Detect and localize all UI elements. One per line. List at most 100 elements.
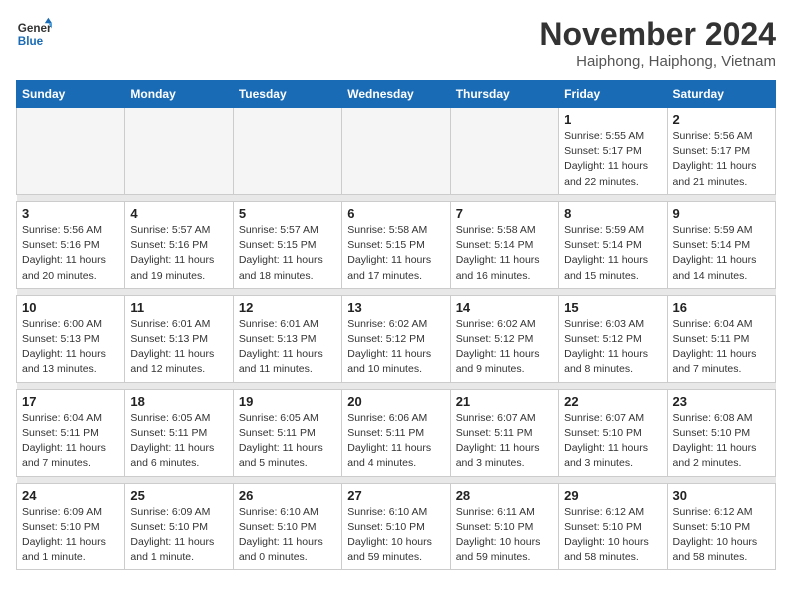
day-cell: 21 Sunrise: 6:07 AM Sunset: 5:11 PM Dayli… [450, 389, 558, 476]
day-info: Sunrise: 5:55 AM Sunset: 5:17 PM Dayligh… [564, 129, 661, 190]
day-info: Sunrise: 6:02 AM Sunset: 5:12 PM Dayligh… [347, 317, 444, 378]
day-cell: 26 Sunrise: 6:10 AM Sunset: 5:10 PM Dayli… [233, 483, 341, 570]
week-row-1: 1 Sunrise: 5:55 AM Sunset: 5:17 PM Daylig… [17, 108, 776, 195]
day-cell: 18Sunrise: 6:05 AM Sunset: 5:11 PM Dayli… [125, 389, 233, 476]
day-info: Sunrise: 5:56 AM Sunset: 5:16 PM Dayligh… [22, 223, 119, 284]
location: Haiphong, Haiphong, Vietnam [539, 53, 776, 70]
day-info: Sunrise: 6:08 AM Sunset: 5:10 PM Dayligh… [673, 411, 770, 472]
logo: General Blue [16, 16, 52, 52]
day-number: 18 [130, 394, 227, 409]
day-info: Sunrise: 5:57 AM Sunset: 5:16 PM Dayligh… [130, 223, 227, 284]
day-number: 26 [239, 488, 336, 503]
svg-text:General: General [18, 22, 52, 35]
day-cell [125, 108, 233, 195]
day-cell: 8Sunrise: 5:59 AM Sunset: 5:14 PM Daylig… [559, 201, 667, 288]
day-cell: 5 Sunrise: 5:57 AM Sunset: 5:15 PM Daylig… [233, 201, 341, 288]
day-number: 14 [456, 300, 553, 315]
day-info: Sunrise: 6:07 AM Sunset: 5:10 PM Dayligh… [564, 411, 661, 472]
day-cell: 10Sunrise: 6:00 AM Sunset: 5:13 PM Dayli… [17, 295, 125, 382]
weekday-header-thursday: Thursday [450, 81, 558, 108]
day-info: Sunrise: 5:59 AM Sunset: 5:14 PM Dayligh… [673, 223, 770, 284]
day-number: 28 [456, 488, 553, 503]
day-number: 8 [564, 206, 661, 221]
week-separator [17, 382, 776, 389]
day-number: 11 [130, 300, 227, 315]
day-cell: 25Sunrise: 6:09 AM Sunset: 5:10 PM Dayli… [125, 483, 233, 570]
day-cell: 3Sunrise: 5:56 AM Sunset: 5:16 PM Daylig… [17, 201, 125, 288]
day-cell: 19 Sunrise: 6:05 AM Sunset: 5:11 PM Dayli… [233, 389, 341, 476]
day-cell: 6 Sunrise: 5:58 AM Sunset: 5:15 PM Daylig… [342, 201, 450, 288]
day-info: Sunrise: 6:12 AM Sunset: 5:10 PM Dayligh… [564, 505, 661, 566]
day-number: 30 [673, 488, 770, 503]
day-cell: 16 Sunrise: 6:04 AM Sunset: 5:11 PM Dayli… [667, 295, 775, 382]
weekday-header-friday: Friday [559, 81, 667, 108]
week-row-3: 10Sunrise: 6:00 AM Sunset: 5:13 PM Dayli… [17, 295, 776, 382]
day-cell: 23 Sunrise: 6:08 AM Sunset: 5:10 PM Dayli… [667, 389, 775, 476]
title-block: November 2024 Haiphong, Haiphong, Vietna… [539, 16, 776, 70]
day-number: 15 [564, 300, 661, 315]
day-number: 25 [130, 488, 227, 503]
day-info: Sunrise: 5:57 AM Sunset: 5:15 PM Dayligh… [239, 223, 336, 284]
day-info: Sunrise: 6:07 AM Sunset: 5:11 PM Dayligh… [456, 411, 553, 472]
day-number: 19 [239, 394, 336, 409]
day-cell [342, 108, 450, 195]
day-info: Sunrise: 5:58 AM Sunset: 5:15 PM Dayligh… [347, 223, 444, 284]
week-separator [17, 288, 776, 295]
weekday-header-wednesday: Wednesday [342, 81, 450, 108]
day-number: 2 [673, 112, 770, 127]
weekday-header-monday: Monday [125, 81, 233, 108]
day-info: Sunrise: 6:06 AM Sunset: 5:11 PM Dayligh… [347, 411, 444, 472]
day-number: 4 [130, 206, 227, 221]
day-number: 22 [564, 394, 661, 409]
day-cell [233, 108, 341, 195]
day-info: Sunrise: 6:10 AM Sunset: 5:10 PM Dayligh… [239, 505, 336, 566]
day-cell: 9Sunrise: 5:59 AM Sunset: 5:14 PM Daylig… [667, 201, 775, 288]
day-info: Sunrise: 6:05 AM Sunset: 5:11 PM Dayligh… [239, 411, 336, 472]
day-number: 20 [347, 394, 444, 409]
day-number: 1 [564, 112, 661, 127]
calendar-table: SundayMondayTuesdayWednesdayThursdayFrid… [16, 80, 776, 570]
day-cell: 28 Sunrise: 6:11 AM Sunset: 5:10 PM Dayli… [450, 483, 558, 570]
day-cell [17, 108, 125, 195]
day-cell: 29Sunrise: 6:12 AM Sunset: 5:10 PM Dayli… [559, 483, 667, 570]
day-number: 21 [456, 394, 553, 409]
day-info: Sunrise: 6:10 AM Sunset: 5:10 PM Dayligh… [347, 505, 444, 566]
day-cell: 24 Sunrise: 6:09 AM Sunset: 5:10 PM Dayli… [17, 483, 125, 570]
calendar-header-row: SundayMondayTuesdayWednesdayThursdayFrid… [17, 81, 776, 108]
day-number: 5 [239, 206, 336, 221]
day-info: Sunrise: 6:04 AM Sunset: 5:11 PM Dayligh… [673, 317, 770, 378]
day-number: 6 [347, 206, 444, 221]
day-cell: 27 Sunrise: 6:10 AM Sunset: 5:10 PM Dayli… [342, 483, 450, 570]
day-cell: 2 Sunrise: 5:56 AM Sunset: 5:17 PM Daylig… [667, 108, 775, 195]
day-info: Sunrise: 6:03 AM Sunset: 5:12 PM Dayligh… [564, 317, 661, 378]
day-cell: 1 Sunrise: 5:55 AM Sunset: 5:17 PM Daylig… [559, 108, 667, 195]
day-number: 12 [239, 300, 336, 315]
month-title: November 2024 [539, 16, 776, 53]
day-cell: 30Sunrise: 6:12 AM Sunset: 5:10 PM Dayli… [667, 483, 775, 570]
day-number: 17 [22, 394, 119, 409]
day-info: Sunrise: 6:09 AM Sunset: 5:10 PM Dayligh… [22, 505, 119, 566]
day-number: 27 [347, 488, 444, 503]
week-separator [17, 476, 776, 483]
day-number: 24 [22, 488, 119, 503]
week-row-5: 24 Sunrise: 6:09 AM Sunset: 5:10 PM Dayli… [17, 483, 776, 570]
logo-icon: General Blue [16, 16, 52, 52]
day-info: Sunrise: 6:11 AM Sunset: 5:10 PM Dayligh… [456, 505, 553, 566]
day-cell: 7Sunrise: 5:58 AM Sunset: 5:14 PM Daylig… [450, 201, 558, 288]
day-info: Sunrise: 6:02 AM Sunset: 5:12 PM Dayligh… [456, 317, 553, 378]
day-number: 16 [673, 300, 770, 315]
page-header: General Blue November 2024 Haiphong, Hai… [16, 16, 776, 70]
day-cell: 20 Sunrise: 6:06 AM Sunset: 5:11 PM Dayli… [342, 389, 450, 476]
day-cell: 12 Sunrise: 6:01 AM Sunset: 5:13 PM Dayli… [233, 295, 341, 382]
day-cell: 11 Sunrise: 6:01 AM Sunset: 5:13 PM Dayli… [125, 295, 233, 382]
day-cell: 15 Sunrise: 6:03 AM Sunset: 5:12 PM Dayli… [559, 295, 667, 382]
svg-text:Blue: Blue [18, 35, 44, 48]
day-info: Sunrise: 6:01 AM Sunset: 5:13 PM Dayligh… [130, 317, 227, 378]
day-info: Sunrise: 6:01 AM Sunset: 5:13 PM Dayligh… [239, 317, 336, 378]
day-number: 23 [673, 394, 770, 409]
day-info: Sunrise: 5:56 AM Sunset: 5:17 PM Dayligh… [673, 129, 770, 190]
day-cell: 22 Sunrise: 6:07 AM Sunset: 5:10 PM Dayli… [559, 389, 667, 476]
week-separator [17, 194, 776, 201]
day-cell [450, 108, 558, 195]
weekday-header-sunday: Sunday [17, 81, 125, 108]
